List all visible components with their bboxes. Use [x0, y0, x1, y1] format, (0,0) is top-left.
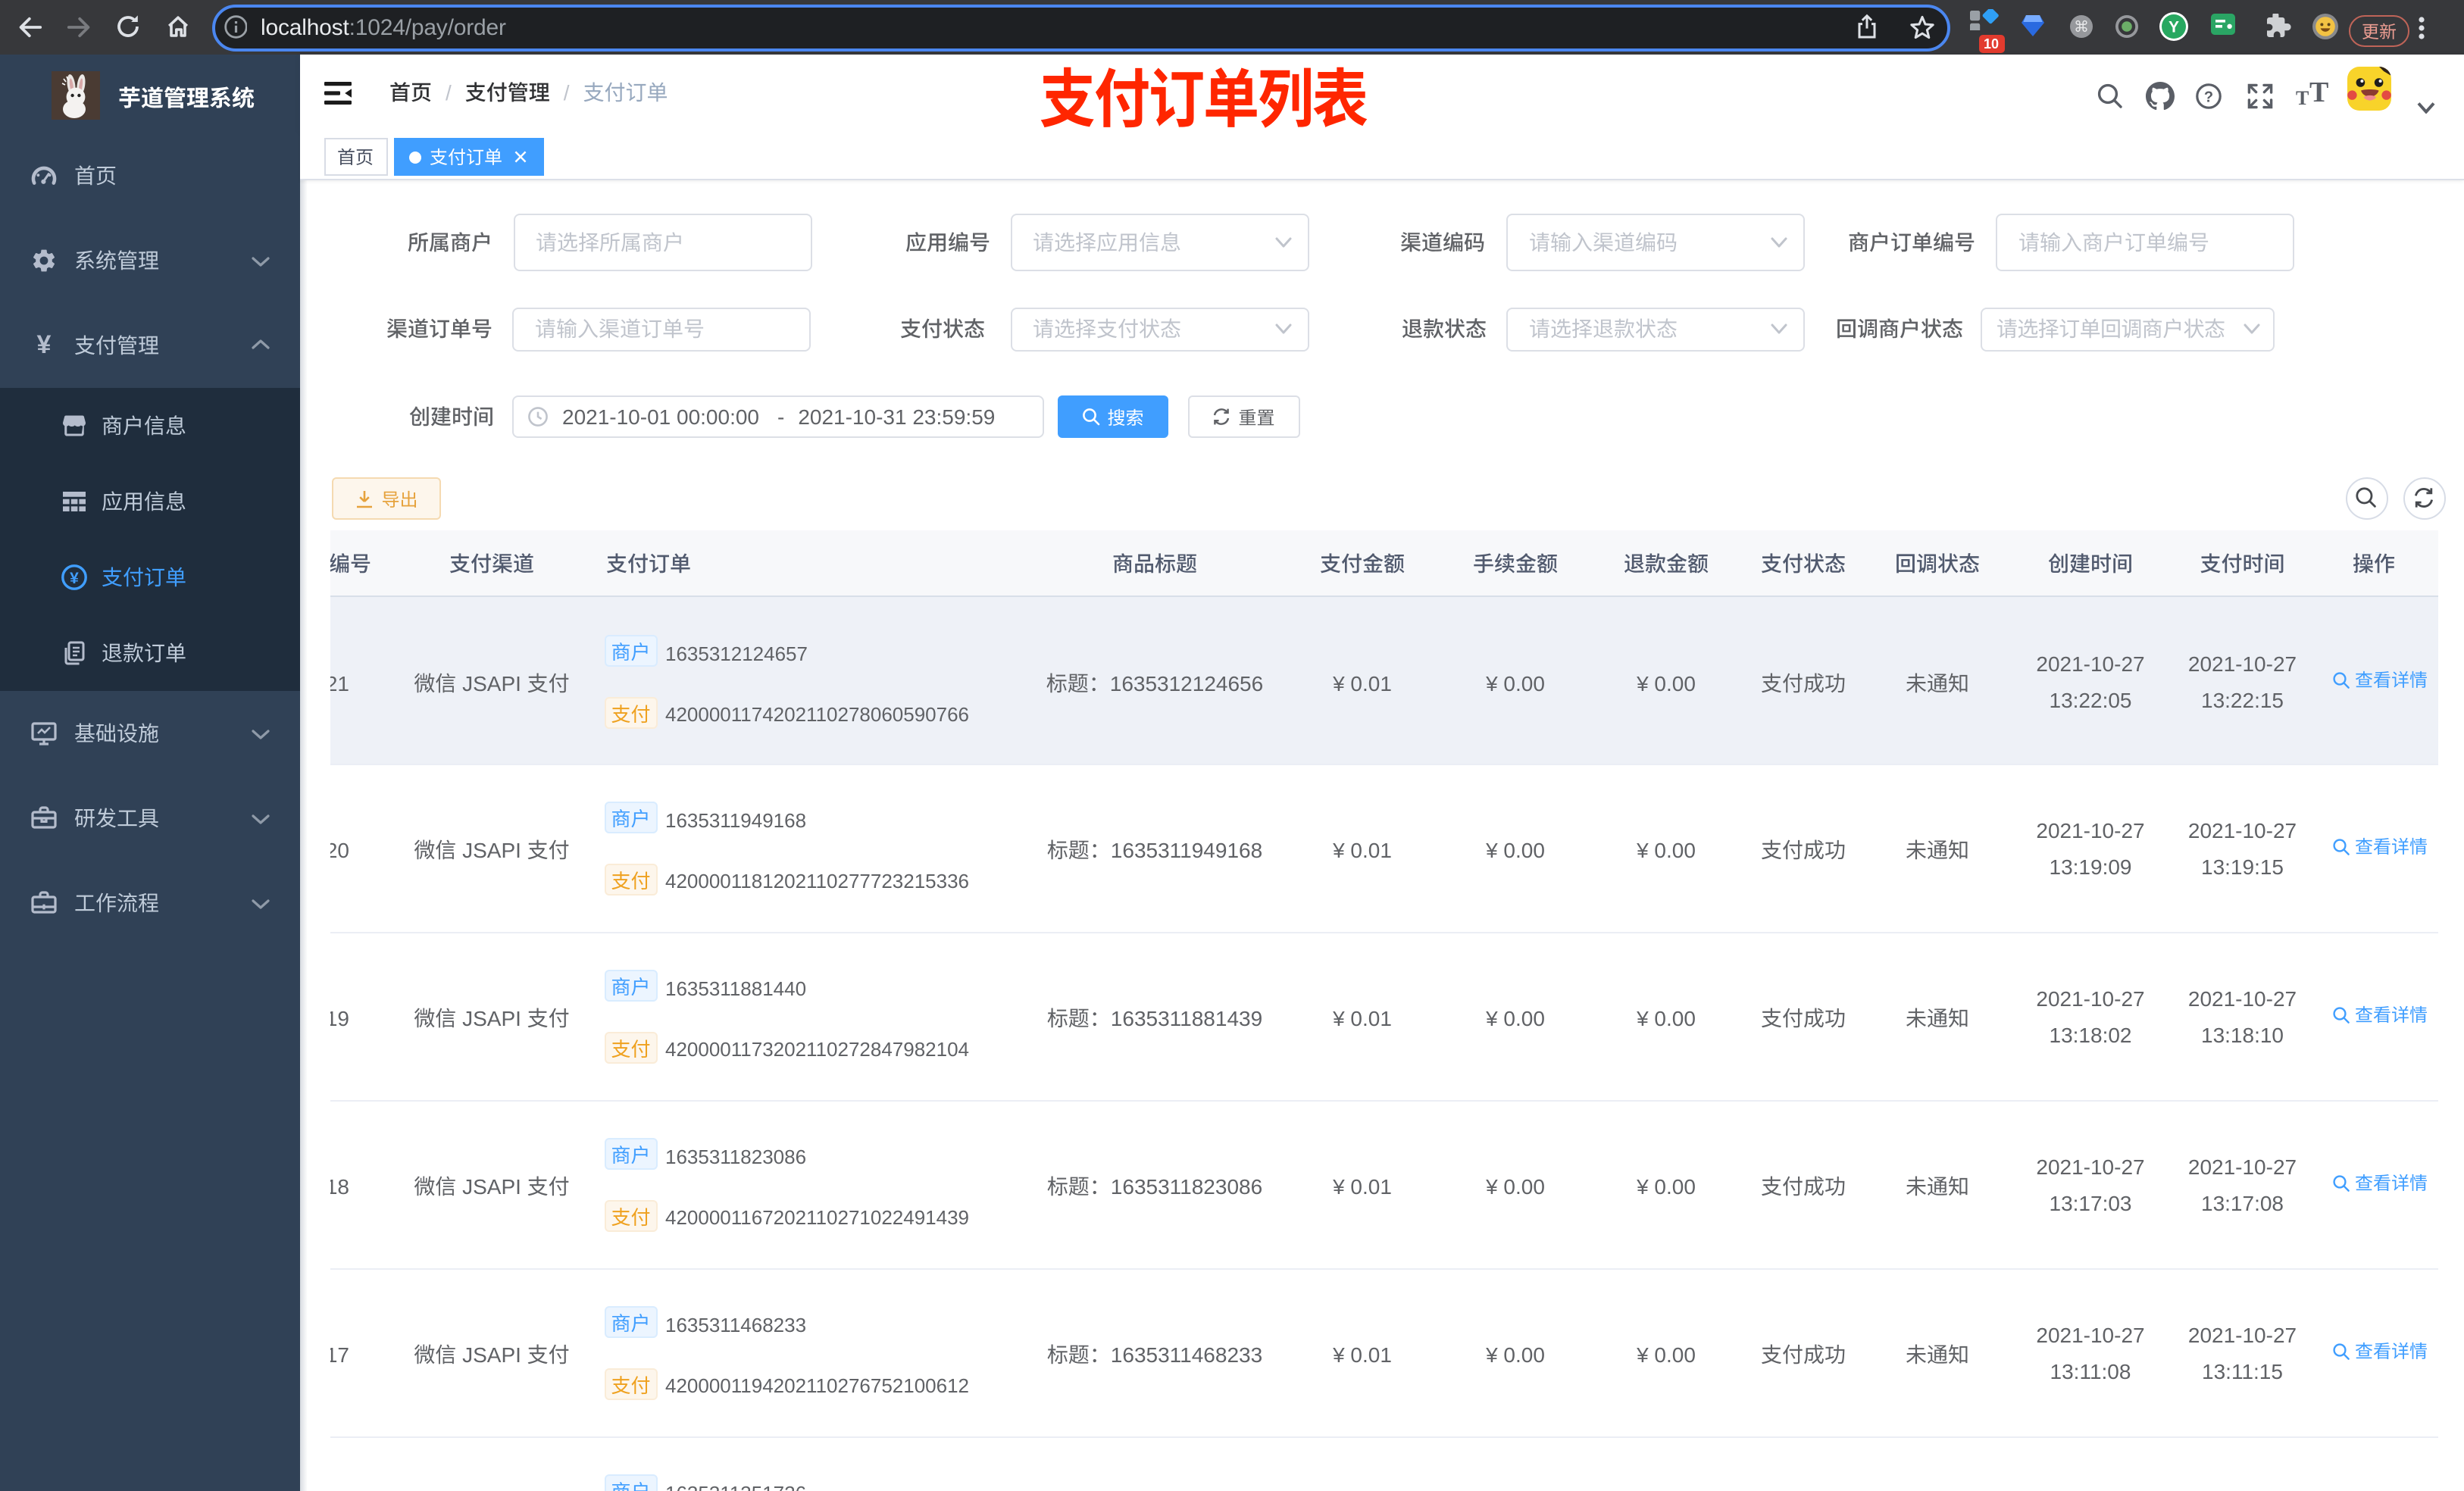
- svg-text:⌘: ⌘: [2074, 19, 2089, 36]
- svg-text:¥: ¥: [70, 570, 79, 587]
- svg-text:?: ?: [2204, 89, 2213, 105]
- svg-text:Y: Y: [2169, 18, 2179, 36]
